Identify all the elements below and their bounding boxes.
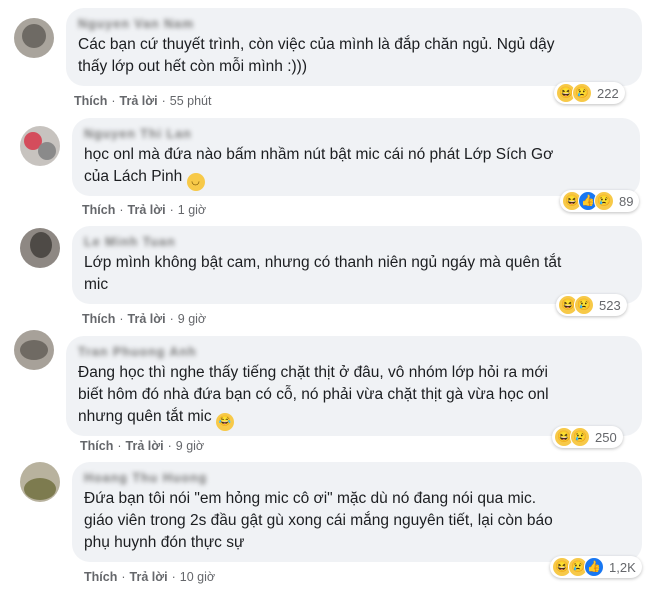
comment-bubble: Le Minh Tuan Lớp mình không bật cam, như… (72, 226, 642, 304)
comment-bubble: Nguyen Van Nam Các bạn cứ thuyết trình, … (66, 8, 642, 86)
reply-link[interactable]: Trả lời (128, 203, 166, 217)
reply-link[interactable]: Trả lời (126, 439, 164, 453)
reaction-summary[interactable]: 😆 👍 😢 89 (560, 190, 640, 212)
sad-icon: 😢 (572, 83, 592, 103)
avatar[interactable] (14, 18, 54, 58)
avatar[interactable] (20, 228, 60, 268)
reaction-summary[interactable]: 😆 😢 👍 1,2K (550, 556, 642, 578)
comment-time[interactable]: 10 giờ (180, 570, 215, 584)
reaction-summary[interactable]: 😆 😢 523 (556, 294, 627, 316)
avatar[interactable] (14, 330, 54, 370)
slightly-smiling-emoji: ◡ (186, 173, 205, 191)
reaction-count: 250 (595, 429, 617, 445)
comment-actions: Thích · Trả lời · 10 giờ (84, 570, 216, 584)
comment-text: Lớp mình không bật cam, nhưng có thanh n… (84, 254, 562, 293)
comment-actions: Thích · Trả lời · 9 giờ (82, 312, 207, 326)
avatar[interactable] (20, 126, 60, 166)
reaction-summary[interactable]: 😆 😢 250 (552, 426, 623, 448)
comment-author[interactable]: Tran Phuong Anh (78, 344, 630, 360)
comment-bubble: Nguyen Thi Lan học onl mà đứa nào bấm nh… (72, 118, 640, 196)
comment-actions: Thích · Trả lời · 1 giờ (82, 203, 207, 217)
comment-author[interactable]: Nguyen Thi Lan (84, 126, 628, 142)
comment-author[interactable]: Le Minh Tuan (84, 234, 630, 250)
avatar[interactable] (20, 462, 60, 502)
like-link[interactable]: Thích (82, 312, 115, 326)
reaction-count: 222 (597, 85, 619, 101)
comment-text: Các bạn cứ thuyết trình, còn việc của mì… (78, 36, 555, 75)
reaction-summary[interactable]: 😆 😢 222 (554, 82, 625, 104)
sad-icon: 😢 (594, 191, 614, 211)
comment-time[interactable]: 55 phút (170, 94, 212, 108)
comment-text: Đang học thì nghe thấy tiếng chặt thịt ở… (78, 362, 630, 431)
like-link[interactable]: Thích (80, 439, 113, 453)
comment-text: học onl mà đứa nào bấm nhầm nút bật mic … (84, 144, 628, 191)
comment-time[interactable]: 9 giờ (178, 312, 206, 326)
comment-bubble: Tran Phuong Anh Đang học thì nghe thấy t… (66, 336, 642, 436)
like-icon: 👍 (584, 557, 604, 577)
crying-laughing-emoji: 😂 (215, 413, 234, 431)
comment-author[interactable]: Hoang Thu Huong (84, 470, 630, 486)
reply-link[interactable]: Trả lời (130, 570, 168, 584)
like-link[interactable]: Thích (84, 570, 117, 584)
reaction-count: 1,2K (609, 559, 636, 575)
comment-text: Đứa bạn tôi nói "em hỏng mic cô ơi" mặc … (84, 490, 553, 551)
comment-time[interactable]: 1 giờ (178, 203, 206, 217)
reaction-count: 523 (599, 297, 621, 313)
comment-actions: Thích · Trả lời · 55 phút (74, 94, 212, 108)
comment-bubble: Hoang Thu Huong Đứa bạn tôi nói "em hỏng… (72, 462, 642, 562)
sad-icon: 😢 (570, 427, 590, 447)
reply-link[interactable]: Trả lời (120, 94, 158, 108)
comment-author[interactable]: Nguyen Van Nam (78, 16, 630, 32)
comment-time[interactable]: 9 giờ (176, 439, 204, 453)
like-link[interactable]: Thích (82, 203, 115, 217)
reply-link[interactable]: Trả lời (128, 312, 166, 326)
comment-actions: Thích · Trả lời · 9 giờ (80, 439, 205, 453)
sad-icon: 😢 (574, 295, 594, 315)
reaction-count: 89 (619, 193, 634, 209)
like-link[interactable]: Thích (74, 94, 107, 108)
